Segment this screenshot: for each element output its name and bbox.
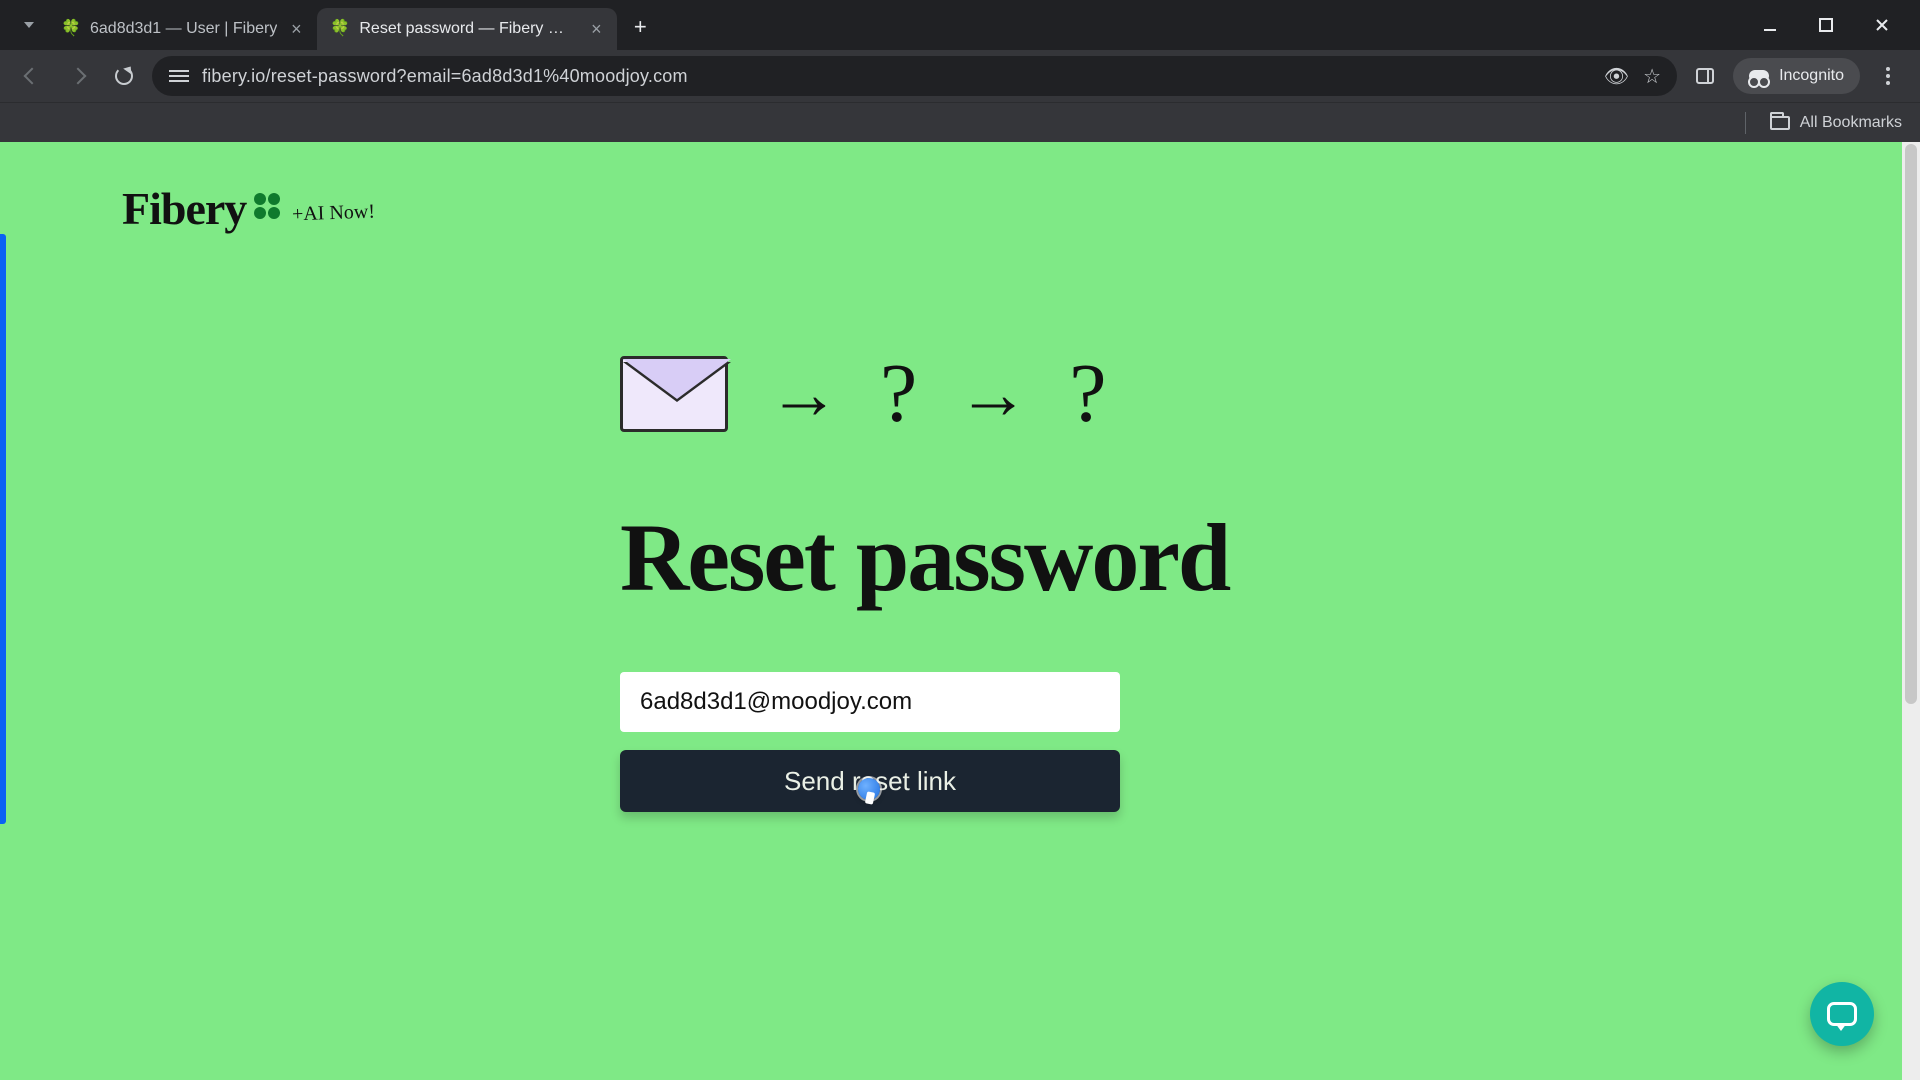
window-controls bbox=[1756, 11, 1920, 39]
bookmark-star-icon[interactable]: ☆ bbox=[1643, 64, 1661, 89]
favicon-icon: 🍀 bbox=[331, 20, 349, 38]
tracking-off-icon[interactable]: 👁︎ bbox=[1604, 64, 1629, 89]
tab-search-button[interactable] bbox=[12, 8, 46, 42]
minimize-button[interactable] bbox=[1756, 11, 1784, 39]
page-title: Reset password bbox=[620, 502, 1229, 613]
chat-widget-button[interactable] bbox=[1810, 982, 1874, 1046]
tab-title: 6ad8d3d1 — User | Fibery bbox=[90, 20, 277, 38]
all-bookmarks-button[interactable]: All Bookmarks bbox=[1800, 114, 1902, 132]
back-button[interactable] bbox=[14, 58, 50, 94]
tab-active[interactable]: 🍀 Reset password — Fibery — Fib × bbox=[317, 8, 617, 50]
brand[interactable]: Fibery +AI Now! bbox=[122, 182, 375, 235]
brand-tagline: +AI Now! bbox=[292, 201, 376, 227]
clover-icon bbox=[254, 193, 280, 219]
chrome-menu-button[interactable] bbox=[1870, 58, 1906, 94]
close-icon bbox=[1874, 17, 1890, 33]
scrollbar-track[interactable] bbox=[1902, 142, 1920, 1080]
address-bar[interactable]: fibery.io/reset-password?email=6ad8d3d1%… bbox=[152, 56, 1677, 96]
left-accent-strip bbox=[0, 234, 6, 824]
toolbar: fibery.io/reset-password?email=6ad8d3d1%… bbox=[0, 50, 1920, 102]
tune-icon bbox=[169, 68, 189, 84]
arrow-right-icon: → bbox=[768, 358, 840, 430]
arrow-right-icon bbox=[70, 68, 87, 85]
cursor-indicator bbox=[858, 778, 880, 800]
scrollbar-thumb[interactable] bbox=[1905, 144, 1917, 704]
titlebar: 🍀 6ad8d3d1 — User | Fibery × 🍀 Reset pas… bbox=[0, 0, 1920, 50]
page-viewport: Fibery +AI Now! → ? → ? Reset password S… bbox=[0, 142, 1920, 1080]
arrow-right-icon: → bbox=[957, 358, 1029, 430]
envelope-icon bbox=[620, 356, 728, 432]
incognito-icon bbox=[1749, 70, 1769, 82]
reload-icon bbox=[115, 67, 133, 85]
bookmarks-bar: All Bookmarks bbox=[0, 102, 1920, 142]
chat-icon bbox=[1827, 1002, 1857, 1026]
arrow-left-icon bbox=[24, 68, 41, 85]
hero-illustration: → ? → ? bbox=[620, 352, 1107, 436]
reload-button[interactable] bbox=[106, 58, 142, 94]
folder-icon bbox=[1770, 116, 1790, 130]
chevron-down-icon bbox=[24, 22, 34, 28]
close-icon[interactable]: × bbox=[287, 20, 305, 38]
question-mark-icon: ? bbox=[1069, 352, 1106, 436]
panel-icon bbox=[1696, 68, 1714, 84]
maximize-button[interactable] bbox=[1812, 11, 1840, 39]
kebab-icon bbox=[1880, 61, 1896, 91]
question-mark-icon: ? bbox=[880, 352, 917, 436]
minimize-icon bbox=[1762, 17, 1778, 33]
forward-button[interactable] bbox=[60, 58, 96, 94]
separator bbox=[1745, 112, 1746, 134]
new-tab-button[interactable]: + bbox=[623, 10, 657, 44]
favicon-icon: 🍀 bbox=[62, 20, 80, 38]
close-icon[interactable]: × bbox=[587, 20, 605, 38]
brand-name: Fibery bbox=[122, 182, 246, 235]
close-window-button[interactable] bbox=[1868, 11, 1896, 39]
omnibox-right-icons: 👁︎ ☆ bbox=[1604, 64, 1661, 89]
tab-title: Reset password — Fibery — Fib bbox=[359, 20, 577, 38]
side-panel-button[interactable] bbox=[1687, 58, 1723, 94]
incognito-label: Incognito bbox=[1779, 67, 1844, 85]
browser-chrome: 🍀 6ad8d3d1 — User | Fibery × 🍀 Reset pas… bbox=[0, 0, 1920, 142]
url-text: fibery.io/reset-password?email=6ad8d3d1%… bbox=[202, 66, 1592, 87]
maximize-icon bbox=[1818, 17, 1834, 33]
tab-strip: 🍀 6ad8d3d1 — User | Fibery × 🍀 Reset pas… bbox=[0, 0, 661, 50]
site-info-button[interactable] bbox=[168, 65, 190, 87]
incognito-indicator[interactable]: Incognito bbox=[1733, 58, 1860, 94]
tab-inactive[interactable]: 🍀 6ad8d3d1 — User | Fibery × bbox=[48, 8, 317, 50]
email-input[interactable] bbox=[620, 672, 1120, 732]
